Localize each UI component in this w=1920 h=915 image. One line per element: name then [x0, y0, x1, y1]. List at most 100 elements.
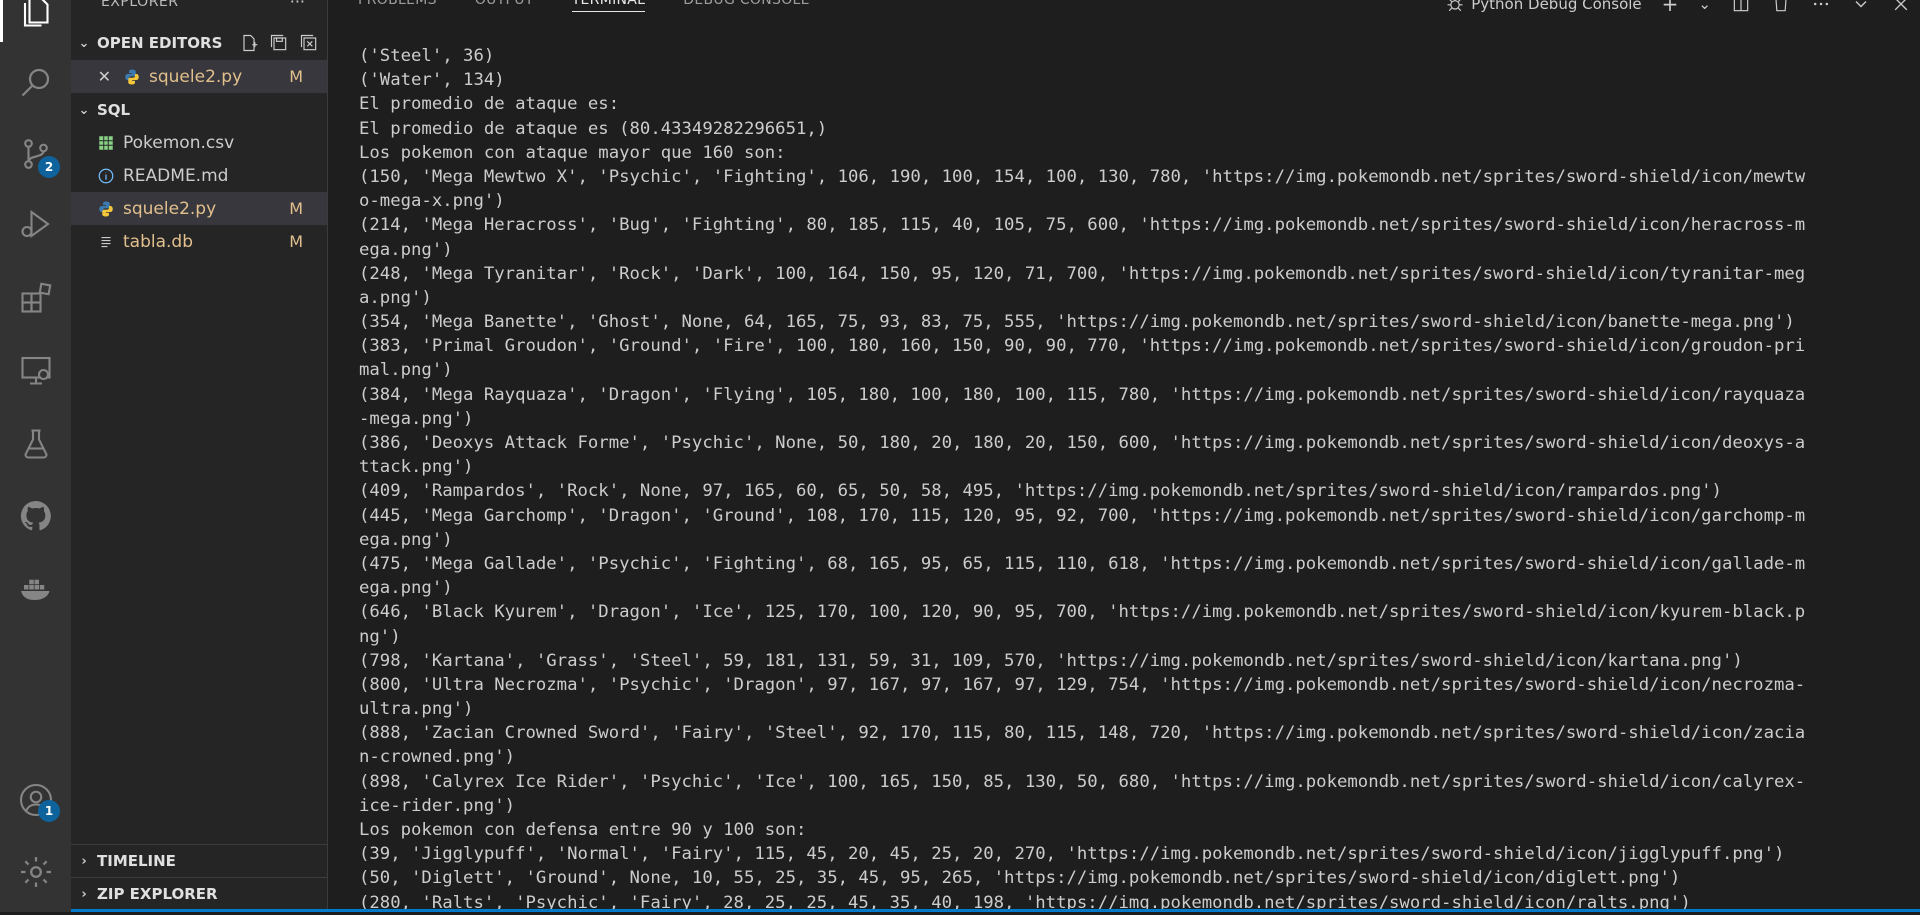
terminal-line: (214, 'Mega Heracross', 'Bug', 'Fighting… [359, 215, 1806, 236]
close-all-editors-icon[interactable] [299, 33, 319, 53]
database-file-icon [97, 233, 115, 251]
split-terminal-icon[interactable] [1731, 0, 1751, 14]
terminal-line: (445, 'Mega Garchomp', 'Dragon', 'Ground… [359, 505, 1806, 526]
timeline-header[interactable]: › TIMELINE [71, 845, 327, 877]
explorer-icon[interactable] [0, 0, 71, 42]
zip-explorer-header[interactable]: › ZIP EXPLORER [71, 878, 327, 910]
terminal-line: (386, 'Deoxys Attack Forme', 'Psychic', … [359, 433, 1806, 453]
terminal-line: El promedio de ataque es: [359, 94, 620, 115]
chevron-right-icon: › [81, 853, 87, 869]
sidebar-title: EXPLORER [101, 0, 179, 10]
file-item-tabla-db[interactable]: tabla.db M [71, 225, 327, 258]
source-control-icon[interactable] [0, 124, 71, 184]
terminal-line: (888, 'Zacian Crowned Sword', 'Fairy', '… [359, 723, 1806, 744]
terminal-line: (384, 'Mega Rayquaza', 'Dragon', 'Flying… [359, 384, 1806, 405]
search-icon[interactable] [0, 52, 71, 112]
file-name: squele2.py [123, 198, 217, 219]
open-editors-label: OPEN EDITORS [97, 34, 223, 52]
file-name: README.md [123, 165, 229, 186]
terminal-line: (50, 'Diglett', 'Ground', None, 10, 55, … [359, 868, 1681, 889]
terminal-line: ('Water', 134) [359, 70, 505, 91]
terminal-line: (798, 'Kartana', 'Grass', 'Steel', 59, 1… [359, 650, 1743, 671]
open-editors-actions [239, 27, 319, 59]
terminal-line: ttack.png') [359, 457, 474, 478]
settings-gear-icon[interactable] [0, 842, 71, 902]
terminal-selector[interactable]: Python Debug Console [1445, 0, 1642, 14]
terminal-line: (898, 'Calyrex Ice Rider', 'Psychic', 'I… [359, 771, 1806, 792]
terminal-line: (248, 'Mega Tyranitar', 'Rock', 'Dark', … [359, 263, 1806, 284]
terminal-output[interactable]: ('Steel', 36) ('Water', 134) El promedio d… [359, 44, 1914, 915]
launch-profile-chevron-icon[interactable]: ⌄ [1698, 0, 1711, 13]
info-icon [97, 167, 115, 185]
kill-terminal-icon[interactable] [1771, 0, 1791, 14]
tab-problems[interactable]: PROBLEMS [358, 0, 437, 12]
save-all-icon[interactable] [269, 33, 289, 53]
docker-icon[interactable] [0, 558, 71, 618]
modified-marker: M [289, 199, 303, 218]
open-editor-file-name: squele2.py [149, 66, 243, 87]
csv-file-icon [97, 134, 115, 152]
activity-bar: 2 1 [0, 0, 71, 912]
terminal-line: mal.png') [359, 360, 453, 381]
terminal-line: (39, 'Jigglypuff', 'Normal', 'Fairy', 11… [359, 844, 1785, 865]
github-icon[interactable] [0, 486, 71, 546]
file-item-pokemon-csv[interactable]: Pokemon.csv [71, 126, 327, 159]
terminal-line: Los pokemon con ataque mayor que 160 son… [359, 142, 786, 163]
terminal-line: o-mega-x.png') [359, 191, 505, 212]
panel-tabs: PROBLEMS OUTPUT TERMINAL DEBUG CONSOLE [358, 0, 810, 12]
source-control-badge: 2 [38, 156, 60, 178]
open-editors-header[interactable]: ⌄ OPEN EDITORS [71, 27, 327, 59]
terminal-line: ega.png') [359, 529, 453, 550]
file-item-readme[interactable]: README.md [71, 159, 327, 192]
terminal-line: (409, 'Rampardos', 'Rock', None, 97, 165… [359, 481, 1722, 502]
terminal-line: ice-rider.png') [359, 795, 516, 816]
close-icon[interactable]: ✕ [71, 67, 123, 86]
explorer-sidebar: EXPLORER ··· ⌄ OPEN EDITORS ✕ squele2.py… [71, 0, 327, 912]
terminal-line: a.png') [359, 287, 432, 308]
extensions-icon[interactable] [0, 268, 71, 328]
python-file-icon [123, 68, 141, 86]
chevron-right-icon: › [81, 886, 87, 902]
terminal-line: ('Steel', 36) [359, 46, 495, 66]
terminal-line: Los pokemon con defensa entre 90 y 100 s… [359, 820, 807, 840]
debug-icon [1447, 0, 1463, 12]
modified-marker: M [289, 232, 303, 251]
tab-output[interactable]: OUTPUT [475, 0, 534, 12]
terminal-line: n-crowned.png') [359, 747, 516, 768]
bottom-panel: PROBLEMS OUTPUT TERMINAL DEBUG CONSOLE P… [327, 0, 1920, 915]
new-terminal-button[interactable]: + [1662, 0, 1679, 16]
terminal-line: (800, 'Ultra Necrozma', 'Psychic', 'Drag… [359, 674, 1806, 695]
accounts-badge: 1 [38, 800, 60, 822]
terminal-line: (646, 'Black Kyurem', 'Dragon', 'Ice', 1… [359, 602, 1806, 623]
panel-actions: Python Debug Console + ⌄ [1445, 0, 1911, 16]
terminal-line: (383, 'Primal Groudon', 'Ground', 'Fire'… [359, 336, 1806, 357]
file-name: Pokemon.csv [123, 132, 235, 153]
open-editor-item[interactable]: ✕ squele2.py M [71, 60, 327, 93]
folder-header-sql[interactable]: ⌄ SQL [71, 94, 327, 126]
chevron-down-icon: ⌄ [78, 102, 90, 118]
terminal-line: ega.png') [359, 239, 453, 260]
timeline-label: TIMELINE [97, 852, 176, 870]
chevron-down-icon: ⌄ [78, 35, 90, 51]
terminal-line: ng') [359, 626, 401, 647]
tab-terminal[interactable]: TERMINAL [571, 0, 646, 12]
run-debug-icon[interactable] [0, 194, 71, 254]
terminal-line: (475, 'Mega Gallade', 'Psychic', 'Fighti… [359, 553, 1806, 574]
new-untitled-file-icon[interactable] [239, 33, 259, 53]
zip-explorer-label: ZIP EXPLORER [97, 885, 218, 903]
accounts-icon[interactable] [0, 770, 71, 830]
more-actions-icon[interactable] [1811, 0, 1831, 14]
tab-debug-console[interactable]: DEBUG CONSOLE [683, 0, 810, 12]
maximize-panel-icon[interactable] [1851, 0, 1871, 14]
testing-icon[interactable] [0, 414, 71, 474]
close-panel-icon[interactable] [1891, 0, 1911, 14]
file-name: tabla.db [123, 231, 194, 252]
folder-name: SQL [97, 101, 131, 119]
terminal-name: Python Debug Console [1471, 0, 1642, 13]
remote-explorer-icon[interactable] [0, 340, 71, 400]
file-item-squele2[interactable]: squele2.py M [71, 192, 327, 225]
terminal-line: ultra.png') [359, 699, 474, 720]
more-actions-icon[interactable]: ··· [290, 0, 305, 11]
python-file-icon [97, 200, 115, 218]
modified-marker: M [289, 67, 303, 86]
